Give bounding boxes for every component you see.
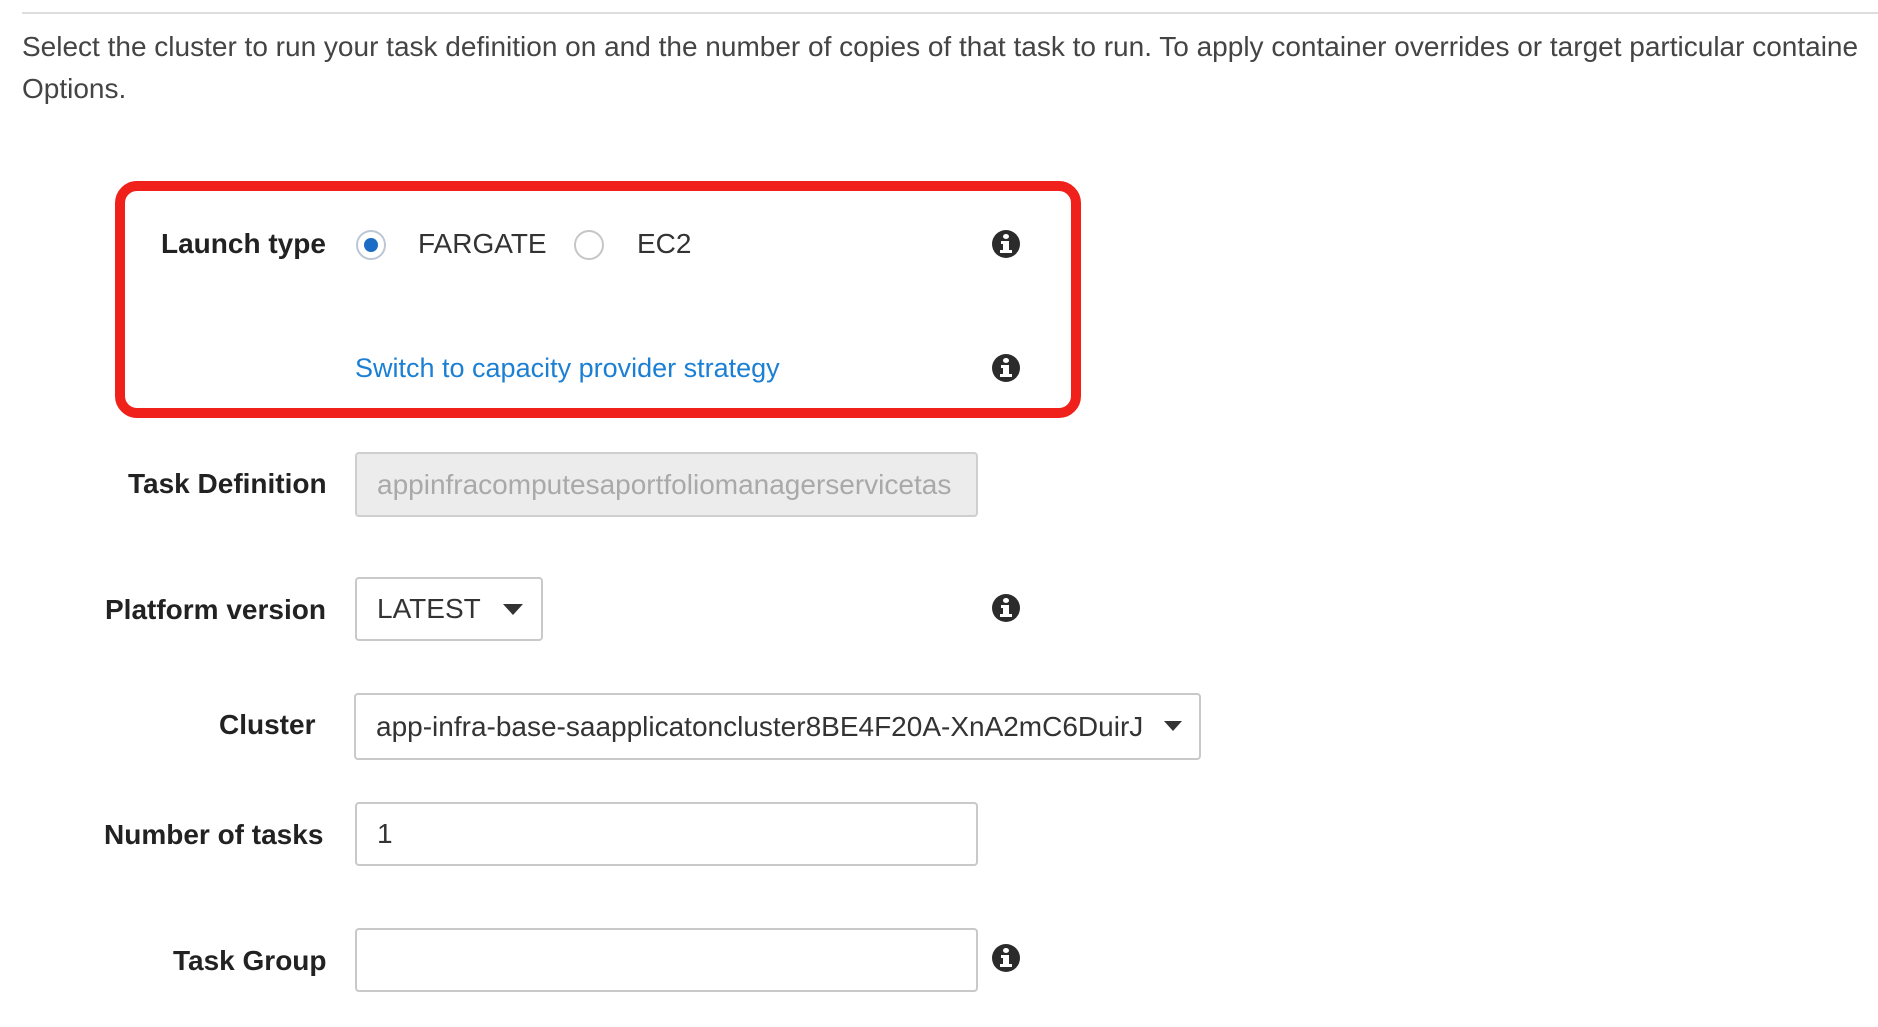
radio-ec2-label[interactable]: EC2 bbox=[637, 228, 691, 260]
top-divider bbox=[22, 12, 1878, 14]
number-of-tasks-label: Number of tasks bbox=[104, 819, 324, 850]
radio-fargate-label[interactable]: FARGATE bbox=[418, 228, 547, 260]
radio-selected-dot bbox=[364, 238, 378, 252]
platform-version-select[interactable]: LATEST bbox=[355, 577, 543, 641]
platform-version-label: Platform version bbox=[105, 594, 326, 625]
intro-line-2: Options. bbox=[22, 73, 127, 104]
task-definition-label: Task Definition bbox=[128, 468, 327, 499]
platform-version-value: LATEST bbox=[377, 593, 481, 624]
task-group-input[interactable] bbox=[355, 928, 978, 992]
intro-line-1: Select the cluster to run your task defi… bbox=[22, 31, 1859, 62]
intro-text: Select the cluster to run your task defi… bbox=[22, 26, 1878, 110]
capacity-provider-info-icon[interactable] bbox=[992, 354, 1020, 382]
task-definition-field: appinfracomputesaportfoliomanagerservice… bbox=[355, 452, 978, 517]
chevron-down-icon bbox=[503, 604, 523, 615]
cluster-value: app-infra-base-saapplicatoncluster8BE4F2… bbox=[376, 711, 1144, 742]
radio-ec2[interactable] bbox=[574, 230, 604, 260]
chevron-down-icon bbox=[1164, 721, 1182, 731]
platform-version-info-icon[interactable] bbox=[992, 594, 1020, 622]
launch-type-label: Launch type bbox=[161, 228, 326, 259]
switch-capacity-provider-link[interactable]: Switch to capacity provider strategy bbox=[355, 353, 780, 384]
cluster-select[interactable]: app-infra-base-saapplicatoncluster8BE4F2… bbox=[354, 693, 1201, 760]
task-group-info-icon[interactable] bbox=[992, 944, 1020, 972]
task-group-label: Task Group bbox=[173, 945, 327, 976]
number-of-tasks-input[interactable]: 1 bbox=[355, 802, 978, 866]
radio-fargate[interactable] bbox=[356, 230, 386, 260]
cluster-label: Cluster bbox=[219, 709, 316, 740]
launch-type-info-icon[interactable] bbox=[992, 230, 1020, 258]
